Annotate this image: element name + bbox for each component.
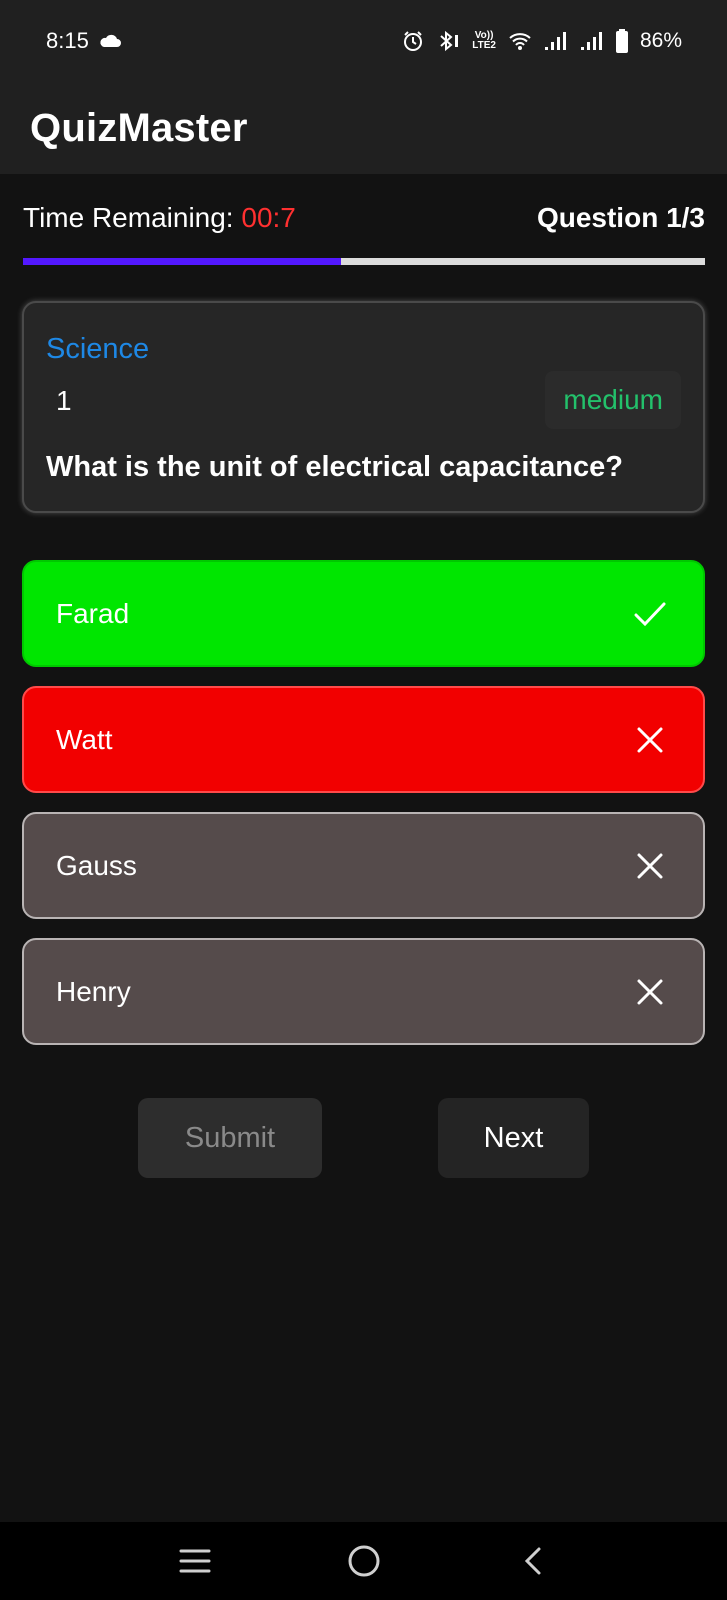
app-bar: QuizMaster xyxy=(0,82,727,174)
status-bar: 8:15 Vo)) LTE2 86% xyxy=(0,0,727,82)
close-icon xyxy=(633,849,667,883)
wifi-icon xyxy=(508,31,532,51)
time-remaining: Time Remaining: 00:7 xyxy=(23,202,296,234)
answer-option-farad[interactable]: Farad xyxy=(22,560,705,667)
status-time: 8:15 xyxy=(46,28,89,53)
question-card: Science 1 medium What is the unit of ele… xyxy=(22,301,705,513)
timer-progress-fill xyxy=(23,258,342,265)
home-icon[interactable] xyxy=(344,1541,384,1581)
status-right: Vo)) LTE2 86% xyxy=(402,29,682,53)
answer-option-label: Gauss xyxy=(56,849,137,881)
answer-option-label: Watt xyxy=(56,723,113,755)
time-remaining-label: Time Remaining: xyxy=(23,202,242,233)
back-icon[interactable] xyxy=(513,1541,553,1581)
timer-row: Time Remaining: 00:7 Question 1/3 xyxy=(23,198,705,238)
volte-icon: Vo)) LTE2 xyxy=(472,31,496,51)
difficulty-badge: medium xyxy=(545,371,681,429)
question-category: Science xyxy=(46,333,150,365)
cloud-icon xyxy=(99,34,121,48)
next-button[interactable]: Next xyxy=(438,1098,589,1178)
answer-option-gauss[interactable]: Gauss xyxy=(22,812,705,919)
answer-option-watt[interactable]: Watt xyxy=(22,686,705,793)
app-title: QuizMaster xyxy=(30,105,248,150)
answer-option-label: Henry xyxy=(56,975,131,1007)
time-remaining-value: 00:7 xyxy=(241,202,296,233)
timer-progress-bar xyxy=(23,258,705,265)
signal-icon xyxy=(580,31,604,51)
status-left: 8:15 xyxy=(46,28,121,54)
question-counter: Question 1/3 xyxy=(536,202,705,233)
close-icon xyxy=(633,723,667,757)
signal-icon xyxy=(544,31,568,51)
answer-option-henry[interactable]: Henry xyxy=(22,938,705,1045)
battery-icon xyxy=(615,29,628,53)
bluetooth-icon xyxy=(436,30,460,52)
alarm-icon xyxy=(402,30,424,52)
menu-icon[interactable] xyxy=(175,1541,215,1581)
volte-bottom-text: LTE2 xyxy=(472,40,496,51)
question-text: What is the unit of electrical capacitan… xyxy=(46,451,623,483)
system-nav-bar xyxy=(0,1522,727,1600)
answer-option-label: Farad xyxy=(56,597,130,629)
battery-percent: 86% xyxy=(639,29,682,52)
question-number: 1 xyxy=(56,385,72,416)
submit-button[interactable]: Submit xyxy=(138,1098,322,1178)
close-icon xyxy=(633,975,667,1009)
check-icon xyxy=(633,597,667,631)
